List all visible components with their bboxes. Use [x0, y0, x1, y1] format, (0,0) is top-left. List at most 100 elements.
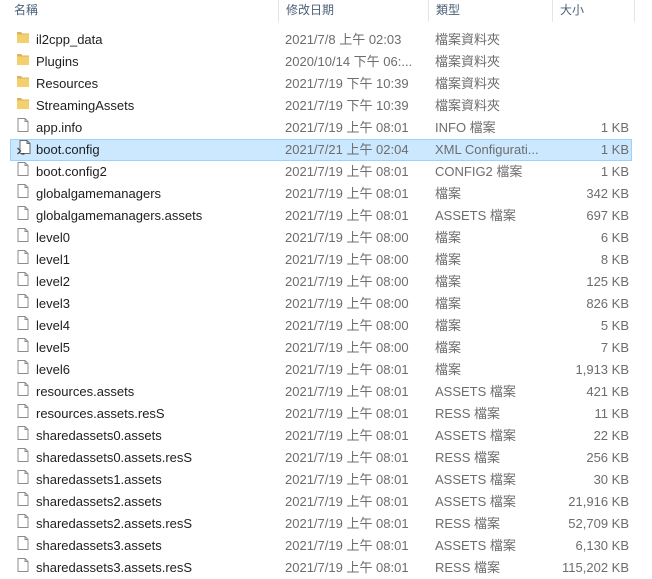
file-size: 22 KB [593, 428, 629, 443]
file-modified-date: 2021/7/19 上午 08:00 [285, 230, 409, 245]
file-size: 30 KB [593, 472, 629, 487]
file-type: RESS 檔案 [435, 560, 501, 575]
file-icon [16, 205, 32, 227]
file-row[interactable]: globalgamemanagers 2021/7/19 上午 08:01 檔案 34… [0, 183, 652, 205]
file-modified-date: 2021/7/19 上午 08:01 [285, 538, 409, 553]
file-modified-date: 2021/7/19 上午 08:00 [285, 274, 409, 289]
file-name: globalgamemanagers.assets [36, 208, 203, 223]
file-row[interactable]: globalgamemanagers.assets 2021/7/19 上午 08… [0, 205, 652, 227]
file-size: 256 KB [586, 450, 629, 465]
file-type: ASSETS 檔案 [435, 538, 516, 553]
file-name: sharedassets1.assets [36, 472, 162, 487]
file-name: Plugins [36, 54, 79, 69]
file-size: 6,130 KB [575, 538, 630, 553]
file-row[interactable]: resources.assets.resS 2021/7/19 上午 08:01 R… [0, 403, 652, 425]
file-name: app.info [36, 120, 83, 135]
file-list: il2cpp_data 2021/7/8 上午 02:03 檔案資料夾 Plugins… [0, 29, 652, 579]
file-modified-date: 2021/7/19 上午 08:00 [285, 318, 409, 333]
file-row[interactable]: level4 2021/7/19 上午 08:00 檔案 5 KB [0, 315, 652, 337]
file-size: 342 KB [586, 186, 629, 201]
file-modified-date: 2021/7/19 上午 08:01 [285, 362, 409, 377]
file-size: 115,202 KB [562, 560, 629, 575]
file-type: INFO 檔案 [435, 120, 496, 135]
column-header-bar: 名稱 修改日期 類型 大小 [0, 0, 652, 22]
file-modified-date: 2021/7/19 上午 08:01 [285, 384, 409, 399]
column-divider[interactable] [552, 0, 553, 22]
file-row[interactable]: sharedassets3.assets.resS 2021/7/19 上午 08… [0, 557, 652, 579]
folder-icon [16, 73, 32, 95]
file-row[interactable]: level1 2021/7/19 上午 08:00 檔案 8 KB [0, 249, 652, 271]
file-name: boot.config2 [36, 164, 107, 179]
file-row[interactable]: level5 2021/7/19 上午 08:00 檔案 7 KB [0, 337, 652, 359]
file-modified-date: 2021/7/19 上午 08:01 [285, 428, 409, 443]
file-icon [16, 161, 32, 183]
file-row-selected[interactable]: boot.config 2021/7/21 上午 02:04 XML Configu… [10, 139, 632, 161]
file-modified-date: 2020/10/14 下午 06:... [285, 54, 413, 69]
file-type: 檔案 [435, 296, 462, 311]
file-modified-date: 2021/7/21 上午 02:04 [285, 142, 409, 157]
file-row[interactable]: app.info 2021/7/19 上午 08:01 INFO 檔案 1 KB [0, 117, 652, 139]
file-row[interactable]: resources.assets 2021/7/19 上午 08:01 ASSETS… [0, 381, 652, 403]
file-icon [16, 249, 32, 271]
file-size: 8 KB [600, 252, 629, 267]
file-name: level3 [36, 296, 70, 311]
file-row[interactable]: boot.config2 2021/7/19 上午 08:01 CONFIG2 檔案… [0, 161, 652, 183]
file-name: sharedassets0.assets.resS [36, 450, 193, 465]
file-icon [16, 469, 32, 491]
file-modified-date: 2021/7/8 上午 02:03 [285, 32, 402, 47]
column-header-modified[interactable]: 修改日期 [280, 0, 428, 22]
file-size: 52,709 KB [568, 516, 629, 531]
file-modified-date: 2021/7/19 上午 08:01 [285, 208, 409, 223]
file-row[interactable]: sharedassets2.assets.resS 2021/7/19 上午 08… [0, 513, 652, 535]
file-size [548, 29, 629, 51]
config-file-icon [16, 139, 32, 161]
file-size [548, 73, 629, 95]
folder-icon [16, 29, 32, 51]
file-type: ASSETS 檔案 [435, 384, 516, 399]
file-row[interactable]: level3 2021/7/19 上午 08:00 檔案 826 KB [0, 293, 652, 315]
file-name: level0 [36, 230, 70, 245]
file-icon [16, 293, 32, 315]
column-header-name[interactable]: 名稱 [8, 0, 278, 22]
column-divider[interactable] [278, 0, 279, 22]
file-size: 697 KB [586, 208, 629, 223]
file-name: sharedassets2.assets [36, 494, 162, 509]
file-row[interactable]: level2 2021/7/19 上午 08:00 檔案 125 KB [0, 271, 652, 293]
file-name: sharedassets2.assets.resS [36, 516, 193, 531]
file-icon [16, 491, 32, 513]
file-type: RESS 檔案 [435, 516, 501, 531]
file-icon [16, 227, 32, 249]
file-size: 6 KB [600, 230, 629, 245]
file-icon [16, 271, 32, 293]
file-row[interactable]: sharedassets2.assets 2021/7/19 上午 08:01 AS… [0, 491, 652, 513]
file-row[interactable]: sharedassets0.assets.resS 2021/7/19 上午 08… [0, 447, 652, 469]
folder-icon [16, 51, 32, 73]
file-modified-date: 2021/7/19 下午 10:39 [285, 76, 409, 91]
file-type: 檔案資料夾 [435, 54, 501, 69]
file-row[interactable]: level6 2021/7/19 上午 08:01 檔案 1,913 KB [0, 359, 652, 381]
column-divider[interactable] [634, 0, 635, 22]
file-icon [16, 117, 32, 139]
file-row[interactable]: level0 2021/7/19 上午 08:00 檔案 6 KB [0, 227, 652, 249]
file-size: 5 KB [600, 318, 629, 333]
file-row[interactable]: Plugins 2020/10/14 下午 06:... 檔案資料夾 [0, 51, 652, 73]
column-header-size[interactable]: 大小 [554, 0, 634, 22]
file-row[interactable]: sharedassets1.assets 2021/7/19 上午 08:01 AS… [0, 469, 652, 491]
column-divider[interactable] [428, 0, 429, 22]
file-row[interactable]: il2cpp_data 2021/7/8 上午 02:03 檔案資料夾 [0, 29, 652, 51]
file-row[interactable]: StreamingAssets 2021/7/19 下午 10:39 檔案資料夾 [0, 95, 652, 117]
file-size: 421 KB [586, 384, 629, 399]
file-modified-date: 2021/7/19 上午 08:01 [285, 120, 409, 135]
column-header-type[interactable]: 類型 [430, 0, 548, 22]
file-type: RESS 檔案 [435, 450, 501, 465]
file-modified-date: 2021/7/19 上午 08:01 [285, 406, 409, 421]
file-row[interactable]: sharedassets0.assets 2021/7/19 上午 08:01 AS… [0, 425, 652, 447]
file-modified-date: 2021/7/19 上午 08:01 [285, 186, 409, 201]
file-row[interactable]: sharedassets3.assets 2021/7/19 上午 08:01 AS… [0, 535, 652, 557]
file-name: resources.assets.resS [36, 406, 165, 421]
file-type: 檔案 [435, 274, 462, 289]
file-row[interactable]: Resources 2021/7/19 下午 10:39 檔案資料夾 [0, 73, 652, 95]
file-name: level4 [36, 318, 70, 333]
file-type: CONFIG2 檔案 [435, 164, 523, 179]
file-type: ASSETS 檔案 [435, 428, 516, 443]
